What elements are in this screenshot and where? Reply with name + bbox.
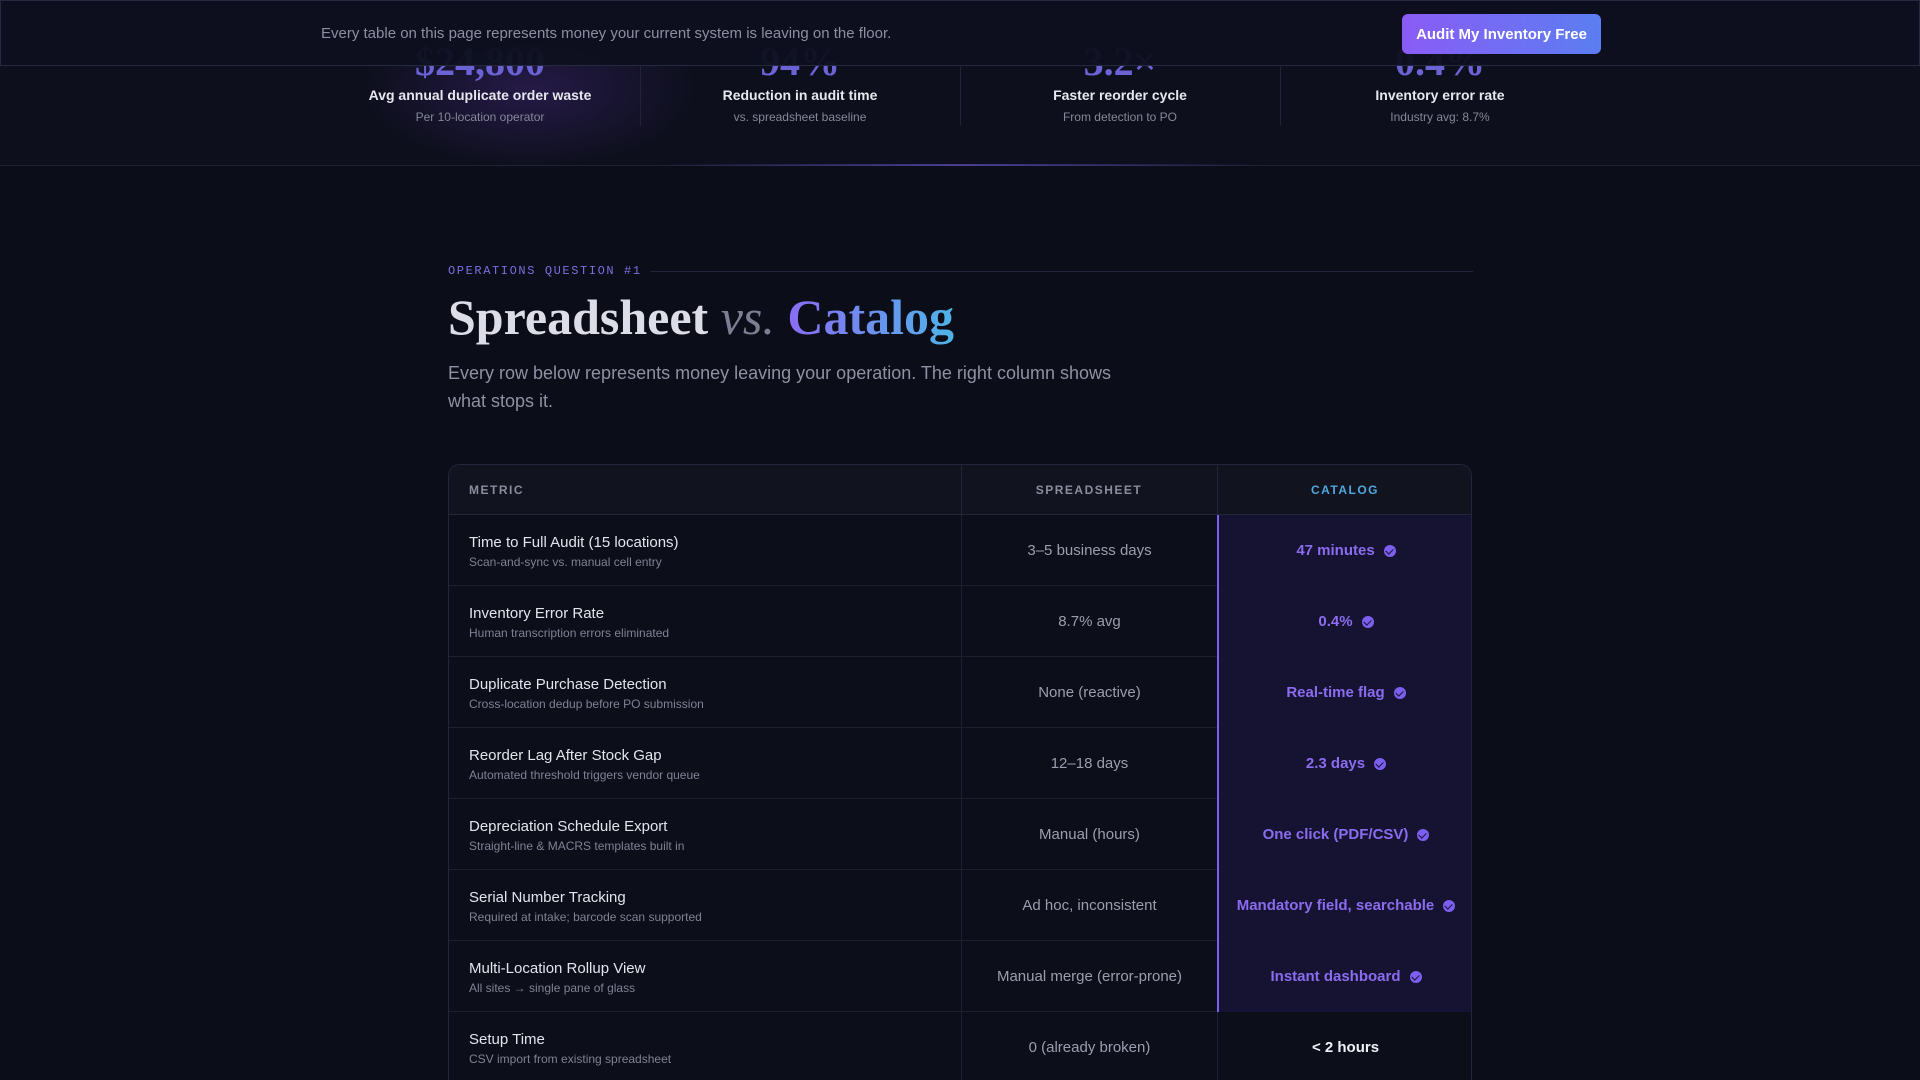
check-circle-icon bbox=[1409, 970, 1422, 983]
metric-cell: Serial Number Tracking Required at intak… bbox=[469, 870, 949, 941]
table-row: Serial Number Tracking Required at intak… bbox=[449, 870, 1471, 941]
metric-description: Human transcription errors eliminated bbox=[469, 626, 670, 640]
catalog-value: 2.3 days bbox=[1305, 755, 1366, 772]
catalog-cell: Instant dashboard bbox=[1217, 941, 1471, 1012]
metric-cell: Setup Time CSV import from existing spre… bbox=[469, 1012, 949, 1080]
spreadsheet-cell: Ad hoc, inconsistent bbox=[961, 870, 1217, 941]
header-catalog: CATALOG bbox=[1310, 483, 1380, 497]
spreadsheet-cell: Manual merge (error-prone) bbox=[961, 941, 1217, 1012]
spreadsheet-cell: 0 (already broken) bbox=[961, 1012, 1217, 1080]
metric-description: Automated threshold triggers vendor queu… bbox=[469, 768, 700, 782]
catalog-cell: Real-time flag bbox=[1217, 657, 1471, 728]
audit-inventory-button[interactable]: Audit My Inventory Free bbox=[1402, 14, 1601, 54]
catalog-value: < 2 hours bbox=[1311, 1039, 1380, 1056]
catalog-value: One click (PDF/CSV) bbox=[1262, 826, 1409, 843]
stat-label: Faster reorder cycle bbox=[1053, 87, 1187, 103]
title-catalog: Catalog bbox=[787, 289, 955, 345]
table-row: Inventory Error Rate Human transcription… bbox=[449, 586, 1471, 657]
catalog-cell: 47 minutes bbox=[1217, 515, 1471, 586]
metric-name: Time to Full Audit (15 locations) bbox=[469, 534, 679, 551]
header-spreadsheet: SPREADSHEET bbox=[1035, 483, 1143, 497]
metric-cell: Duplicate Purchase Detection Cross-locat… bbox=[469, 657, 949, 728]
metric-name: Reorder Lag After Stock Gap bbox=[469, 747, 662, 764]
banner-text: Every table on this page represents mone… bbox=[321, 25, 892, 42]
metric-cell: Depreciation Schedule Export Straight-li… bbox=[469, 799, 949, 870]
stat-label: Reduction in audit time bbox=[722, 87, 878, 103]
spreadsheet-cell: Manual (hours) bbox=[961, 799, 1217, 870]
check-circle-icon bbox=[1361, 615, 1374, 628]
stat-sub: vs. spreadsheet baseline bbox=[733, 110, 867, 124]
spreadsheet-cell: 8.7% avg bbox=[961, 586, 1217, 657]
stat-sub: From detection to PO bbox=[1062, 110, 1178, 124]
metric-description: Straight-line & MACRS templates built in bbox=[469, 839, 685, 853]
metric-name: Serial Number Tracking bbox=[469, 889, 626, 906]
catalog-value: Mandatory field, searchable bbox=[1236, 897, 1435, 914]
metric-description: Required at intake; barcode scan support… bbox=[469, 910, 702, 924]
sticky-banner: Every table on this page represents mone… bbox=[0, 0, 1920, 66]
table-row: Multi-Location Rollup View All sites → s… bbox=[449, 941, 1471, 1012]
check-circle-icon bbox=[1417, 828, 1430, 841]
catalog-value: Real-time flag bbox=[1286, 684, 1385, 701]
eyebrow-rule bbox=[650, 271, 1473, 272]
check-circle-icon bbox=[1443, 899, 1456, 912]
table-row: Reorder Lag After Stock Gap Automated th… bbox=[449, 728, 1471, 799]
catalog-value: 0.4% bbox=[1318, 613, 1353, 630]
metric-name: Setup Time bbox=[469, 1031, 545, 1048]
section-lede: Every row below represents money leaving… bbox=[448, 363, 1111, 411]
stats-accent-line bbox=[660, 164, 1260, 166]
metric-description: Cross-location dedup before PO submissio… bbox=[469, 697, 704, 711]
spreadsheet-cell: 3–5 business days bbox=[961, 515, 1217, 586]
spreadsheet-cell: None (reactive) bbox=[961, 657, 1217, 728]
header-metric: METRIC bbox=[469, 483, 524, 497]
catalog-cell: 2.3 days bbox=[1217, 728, 1471, 799]
metric-name: Duplicate Purchase Detection bbox=[469, 676, 667, 693]
metric-cell: Reorder Lag After Stock Gap Automated th… bbox=[469, 728, 949, 799]
check-circle-icon bbox=[1383, 544, 1396, 557]
spreadsheet-cell: 12–18 days bbox=[961, 728, 1217, 799]
comparison-table: METRIC SPREADSHEET CATALOG Time to Full … bbox=[448, 464, 1472, 1080]
title-vs: vs. bbox=[720, 289, 775, 345]
metric-description: CSV import from existing spreadsheet bbox=[469, 1052, 672, 1066]
catalog-cell: One click (PDF/CSV) bbox=[1217, 799, 1471, 870]
metric-name: Inventory Error Rate bbox=[469, 605, 605, 622]
metric-cell: Multi-Location Rollup View All sites → s… bbox=[469, 941, 949, 1012]
stat-sub: Per 10-location operator bbox=[415, 110, 545, 124]
metric-cell: Inventory Error Rate Human transcription… bbox=[469, 586, 949, 657]
table-row: Depreciation Schedule Export Straight-li… bbox=[449, 799, 1471, 870]
metric-cell: Time to Full Audit (15 locations) Scan-a… bbox=[469, 515, 949, 586]
metric-description: All sites → single pane of glass bbox=[469, 981, 636, 995]
catalog-cell: Mandatory field, searchable bbox=[1217, 870, 1471, 941]
catalog-value: 47 minutes bbox=[1296, 542, 1375, 559]
metric-name: Depreciation Schedule Export bbox=[469, 818, 668, 835]
catalog-cell: 0.4% bbox=[1217, 586, 1471, 657]
table-row: Duplicate Purchase Detection Cross-locat… bbox=[449, 657, 1471, 728]
table-header: METRIC SPREADSHEET CATALOG bbox=[449, 465, 1471, 515]
table-row: Setup Time CSV import from existing spre… bbox=[449, 1012, 1471, 1080]
stat-label: Inventory error rate bbox=[1375, 87, 1505, 103]
metric-name: Multi-Location Rollup View bbox=[469, 960, 646, 977]
check-circle-icon bbox=[1374, 757, 1387, 770]
stat-label: Avg annual duplicate order waste bbox=[368, 87, 592, 103]
catalog-value: Instant dashboard bbox=[1270, 968, 1401, 985]
section-eyebrow: OPERATIONS QUESTION #1 bbox=[448, 264, 642, 278]
stat-sub: Industry avg: 8.7% bbox=[1390, 110, 1490, 124]
page: $24,800 Avg annual duplicate order waste… bbox=[0, 0, 1920, 1080]
metric-description: Scan-and-sync vs. manual cell entry bbox=[469, 555, 662, 569]
catalog-cell: < 2 hours bbox=[1217, 1012, 1471, 1080]
check-circle-icon bbox=[1393, 686, 1406, 699]
title-spreadsheet: Spreadsheet bbox=[448, 289, 709, 345]
section-title: Spreadsheet vs. Catalog bbox=[448, 288, 954, 346]
table-row: Time to Full Audit (15 locations) Scan-a… bbox=[449, 515, 1471, 586]
